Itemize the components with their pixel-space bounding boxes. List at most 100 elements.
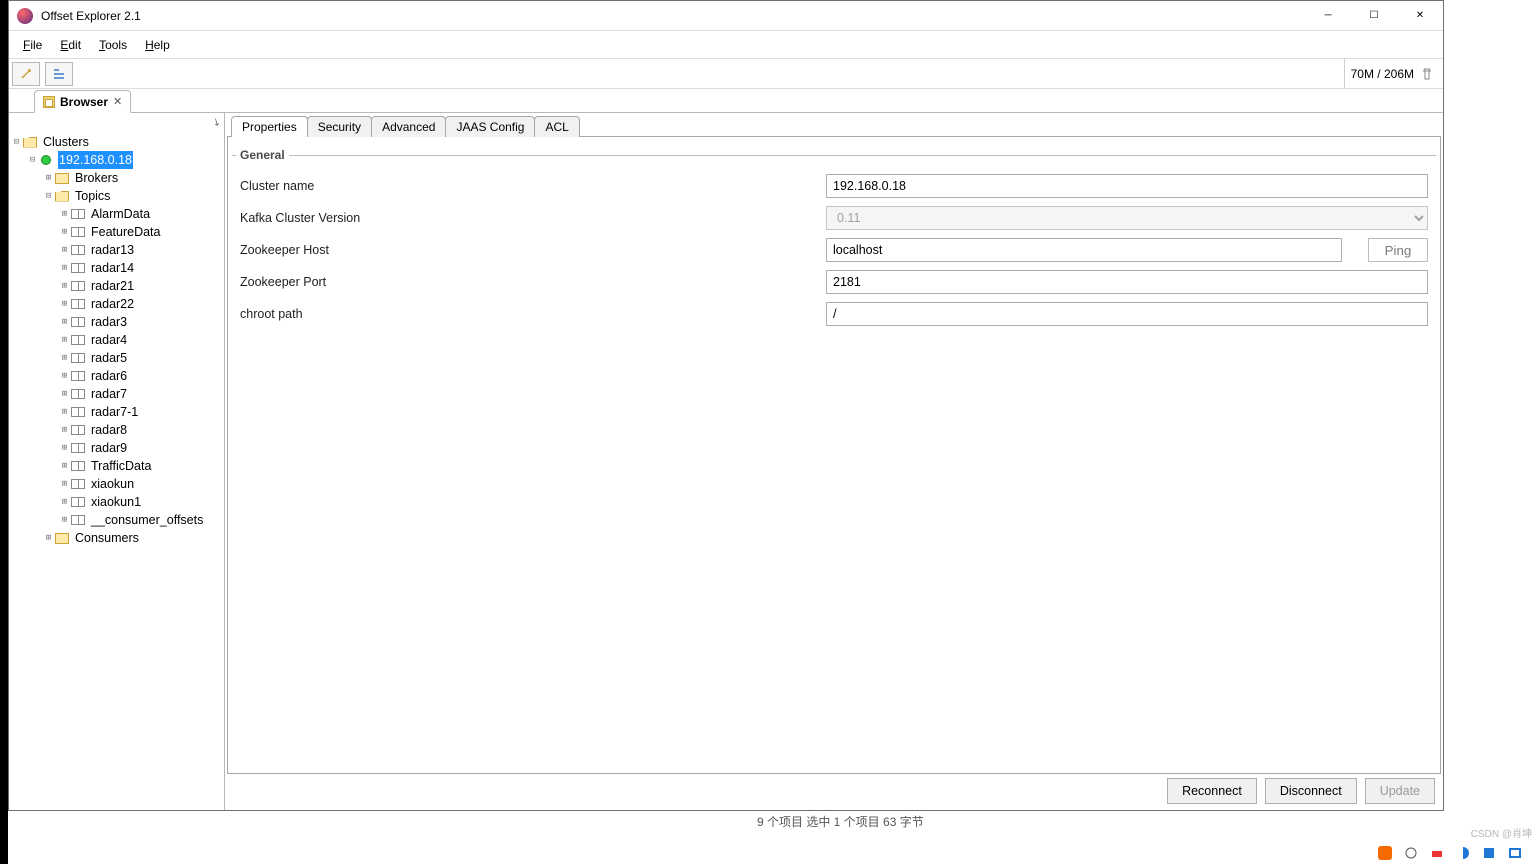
tree-twisty-icon[interactable]: ⊞ <box>43 169 54 187</box>
tray-icon <box>1404 846 1418 860</box>
tree-row[interactable]: ⊞Consumers <box>11 529 224 547</box>
tree-twisty-icon[interactable]: ⊞ <box>59 295 70 313</box>
tree-twisty-icon[interactable]: ⊞ <box>59 223 70 241</box>
maximize-button[interactable]: ☐ <box>1351 1 1397 30</box>
topic-icon <box>70 513 86 527</box>
menu-help[interactable]: Help <box>137 34 178 56</box>
kafka-version-select[interactable]: 0.11 <box>826 206 1428 230</box>
tree-row[interactable]: ⊞Brokers <box>11 169 224 187</box>
tree-row[interactable]: ⊞TrafficData <box>11 457 224 475</box>
cluster-tree[interactable]: ⊟Clusters⊟192.168.0.18⊞Brokers⊟Topics⊞Al… <box>9 131 224 810</box>
menu-tools[interactable]: Tools <box>91 34 135 56</box>
tree-twisty-icon[interactable]: ⊞ <box>59 259 70 277</box>
tree-row[interactable]: ⊞radar6 <box>11 367 224 385</box>
tree-row[interactable]: ⊞radar13 <box>11 241 224 259</box>
tray-icon <box>1430 846 1444 860</box>
tree-label: 192.168.0.18 <box>58 151 133 169</box>
browser-tab-close-icon[interactable]: ✕ <box>113 95 122 108</box>
tree-twisty-icon[interactable]: ⊞ <box>59 439 70 457</box>
zookeeper-host-label: Zookeeper Host <box>240 243 826 257</box>
tree-twisty-icon[interactable]: ⊞ <box>43 529 54 547</box>
tree-twisty-icon[interactable]: ⊞ <box>59 277 70 295</box>
tree-row[interactable]: ⊟ Topics <box>11 187 224 205</box>
ping-button[interactable]: Ping <box>1368 238 1428 262</box>
tree-twisty-icon[interactable]: ⊞ <box>59 421 70 439</box>
tree-row[interactable]: ⊞xiaokun <box>11 475 224 493</box>
tree-row[interactable]: ⊞radar9 <box>11 439 224 457</box>
toolbar-button-1[interactable] <box>12 62 40 86</box>
reconnect-button[interactable]: Reconnect <box>1167 778 1257 804</box>
tree-label: radar7-1 <box>90 403 139 421</box>
tab-advanced[interactable]: Advanced <box>371 116 446 137</box>
tree-row[interactable]: ⊞ radar7-1 <box>11 403 224 421</box>
tree-label: Topics <box>74 187 111 205</box>
tree-row[interactable]: ⊞radar21 <box>11 277 224 295</box>
tree-twisty-icon[interactable]: ⊟ <box>27 151 38 169</box>
tree-row[interactable]: ⊞ radar4 <box>11 331 224 349</box>
tab-jaas-config[interactable]: JAAS Config <box>445 116 535 137</box>
tab-properties[interactable]: Properties <box>231 116 308 137</box>
tab-security[interactable]: Security <box>307 116 372 137</box>
action-bar: Reconnect Disconnect Update <box>227 774 1441 808</box>
chroot-path-input[interactable] <box>826 302 1428 326</box>
menu-file[interactable]: File <box>15 34 50 56</box>
tree-twisty-icon[interactable]: ⊞ <box>59 313 70 331</box>
zookeeper-port-input[interactable] <box>826 270 1428 294</box>
app-icon <box>17 8 33 24</box>
tree-twisty-icon[interactable]: ⊞ <box>59 367 70 385</box>
zookeeper-port-label: Zookeeper Port <box>240 275 826 289</box>
tree-twisty-icon[interactable]: ⊞ <box>59 511 70 529</box>
close-button[interactable]: ✕ <box>1397 1 1443 30</box>
topic-icon <box>70 225 86 239</box>
menu-edit[interactable]: Edit <box>52 34 89 56</box>
tree-row[interactable]: ⊟ 192.168.0.18 <box>11 151 224 169</box>
tree-twisty-icon[interactable]: ⊞ <box>59 493 70 511</box>
browser-tab[interactable]: Browser ✕ <box>34 90 131 113</box>
tree-row[interactable]: ⊞radar3 <box>11 313 224 331</box>
tree-row[interactable]: ⊞radar5 <box>11 349 224 367</box>
status-dot-icon <box>38 153 54 167</box>
disconnect-button[interactable]: Disconnect <box>1265 778 1357 804</box>
browser-tab-icon <box>43 96 55 108</box>
topic-icon <box>70 387 86 401</box>
tree-label: AlarmData <box>90 205 151 223</box>
topic-icon <box>70 243 86 257</box>
trash-icon[interactable] <box>1420 67 1434 81</box>
toolbar-button-2[interactable] <box>45 62 73 86</box>
collapse-icon[interactable]: ↘ <box>209 115 222 129</box>
tree-twisty-icon[interactable]: ⊞ <box>59 457 70 475</box>
topic-icon <box>70 315 86 329</box>
tree-row[interactable]: ⊞ xiaokun1 <box>11 493 224 511</box>
tree-twisty-icon[interactable]: ⊞ <box>59 241 70 259</box>
minimize-button[interactable]: ─ <box>1305 1 1351 30</box>
tree-row[interactable]: ⊞FeatureData <box>11 223 224 241</box>
tree-row[interactable]: ⊞ AlarmData <box>11 205 224 223</box>
tree-twisty-icon[interactable]: ⊞ <box>59 403 70 421</box>
tree-twisty-icon[interactable]: ⊞ <box>59 205 70 223</box>
tree-label: radar4 <box>90 331 128 349</box>
tree-row[interactable]: ⊞__consumer_offsets <box>11 511 224 529</box>
tree-twisty-icon[interactable]: ⊞ <box>59 475 70 493</box>
tree-twisty-icon[interactable]: ⊞ <box>59 349 70 367</box>
tree-twisty-icon[interactable]: ⊞ <box>59 385 70 403</box>
tree-row[interactable]: ⊟Clusters <box>11 133 224 151</box>
tree-twisty-icon[interactable]: ⊞ <box>59 331 70 349</box>
properties-panel: Properties Security Advanced JAAS Config… <box>225 113 1443 810</box>
topic-icon <box>70 351 86 365</box>
topic-icon <box>70 441 86 455</box>
update-button[interactable]: Update <box>1365 778 1435 804</box>
tree-label: xiaokun1 <box>90 493 142 511</box>
tree-label: radar22 <box>90 295 135 313</box>
tree-row[interactable]: ⊞ radar22 <box>11 295 224 313</box>
tree-row[interactable]: ⊞radar7 <box>11 385 224 403</box>
tree-row[interactable]: ⊞ radar14 <box>11 259 224 277</box>
tree-label: radar14 <box>90 259 135 277</box>
zookeeper-host-input[interactable] <box>826 238 1342 262</box>
cluster-name-input[interactable] <box>826 174 1428 198</box>
system-tray <box>1378 846 1522 860</box>
tab-acl[interactable]: ACL <box>534 116 579 137</box>
tree-twisty-icon[interactable]: ⊟ <box>43 187 54 205</box>
tree-row[interactable]: ⊞radar8 <box>11 421 224 439</box>
window-title: Offset Explorer 2.1 <box>41 9 141 23</box>
tree-twisty-icon[interactable]: ⊟ <box>11 133 22 151</box>
